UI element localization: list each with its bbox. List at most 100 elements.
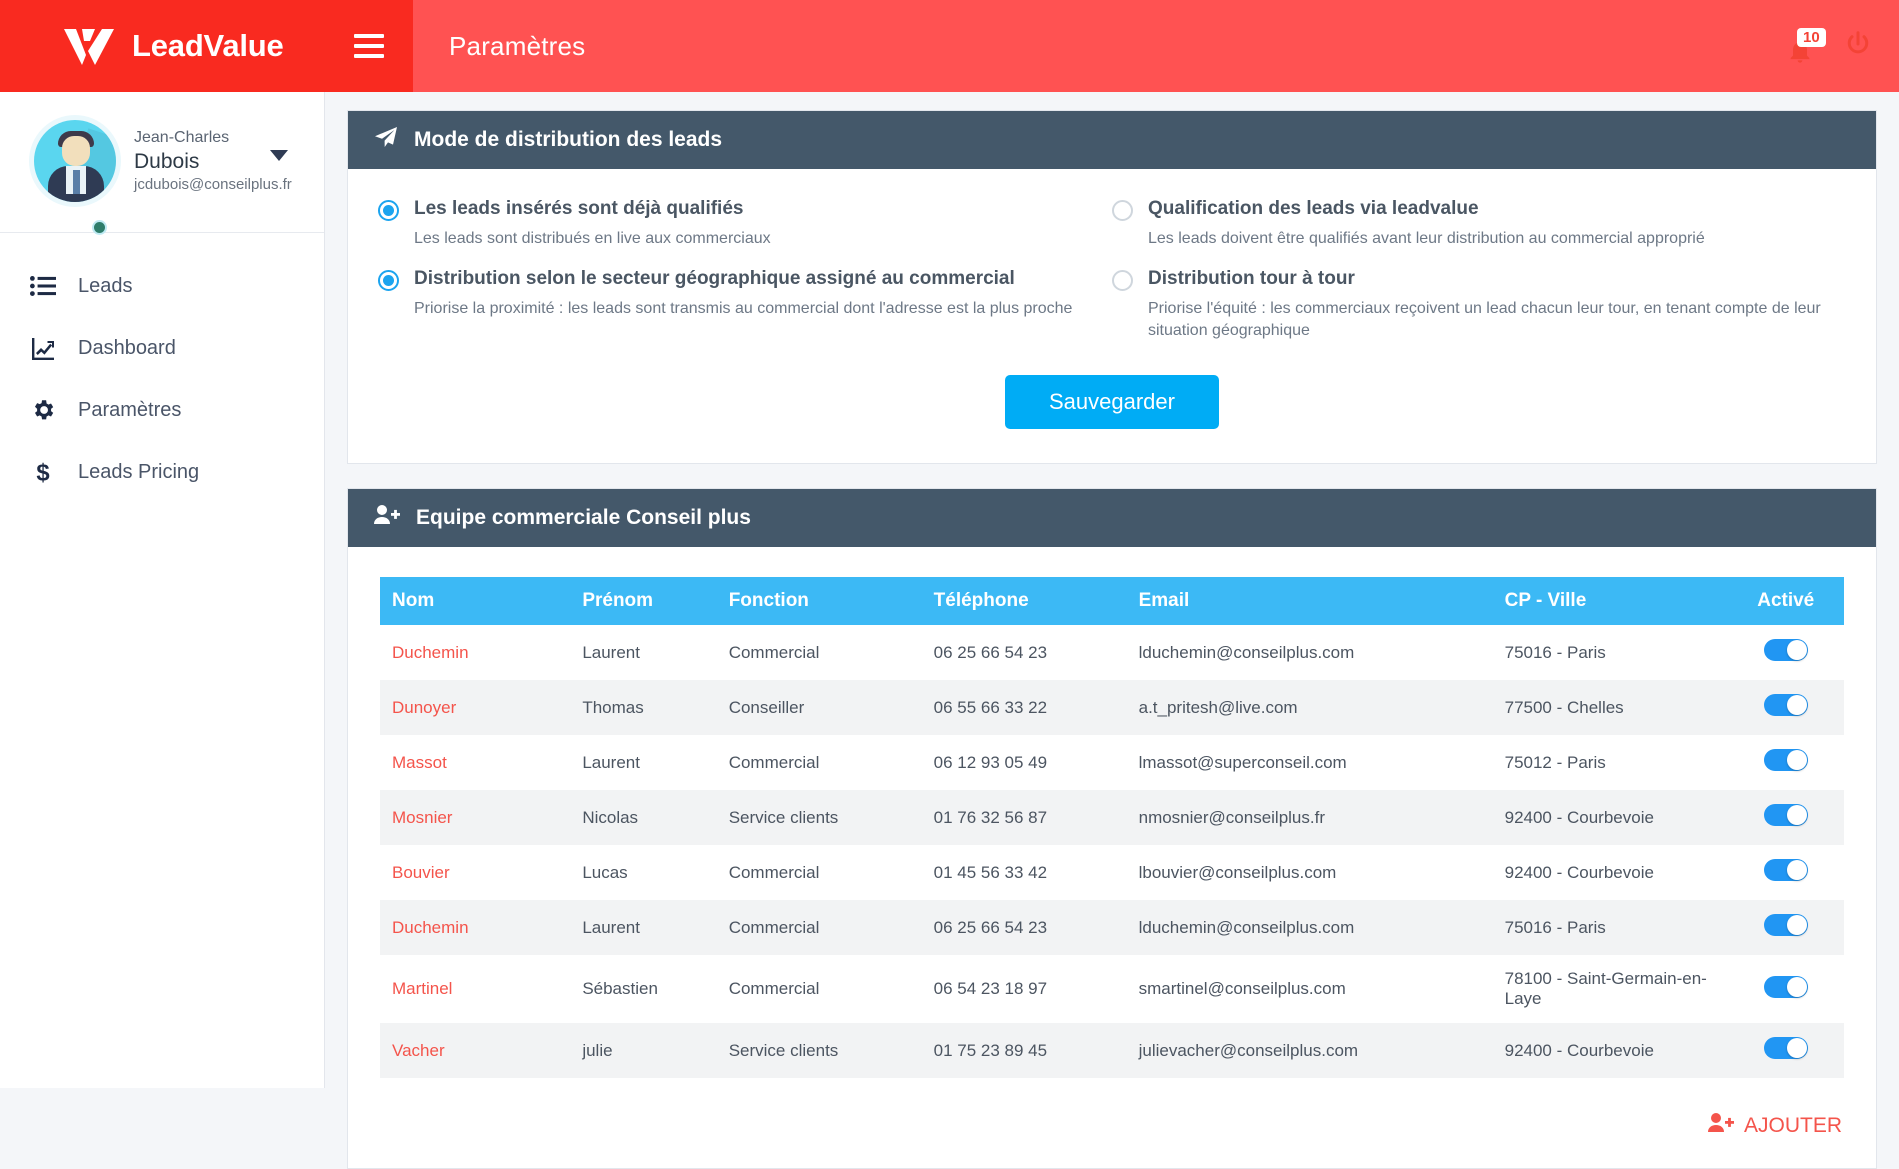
team-card: Equipe commerciale Conseil plus Nom Prén… <box>347 488 1877 1169</box>
save-button[interactable]: Sauvegarder <box>1005 375 1219 430</box>
radio-option-geographic[interactable]: Distribution selon le secteur géographiq… <box>378 267 1112 341</box>
cell-fonction: Commercial <box>728 917 820 937</box>
page-title: Paramètres <box>449 30 586 61</box>
cell-email: nmosnier@conseilplus.fr <box>1138 807 1325 827</box>
notifications-button[interactable]: 10 <box>1783 26 1826 66</box>
add-button-container: AJOUTER <box>348 1078 1876 1168</box>
radio-option-leadvalue-qualification[interactable]: Qualification des leads via leadvalue Le… <box>1112 197 1846 249</box>
cell-prenom: Laurent <box>582 642 640 662</box>
cell-prenom: Thomas <box>582 697 644 717</box>
team-table: Nom Prénom Fonction Téléphone Email CP -… <box>380 577 1844 1079</box>
radio-icon[interactable] <box>1112 200 1133 221</box>
table-row[interactable]: Vacher julie Service clients 01 75 23 89… <box>380 1023 1844 1079</box>
radio-option-round-robin[interactable]: Distribution tour à tour Priorise l'équi… <box>1112 267 1846 341</box>
dollar-icon: $ <box>20 459 66 485</box>
active-toggle[interactable] <box>1763 975 1808 998</box>
add-user-button[interactable]: AJOUTER <box>1707 1112 1842 1140</box>
list-icon <box>20 275 66 297</box>
column-header-telephone[interactable]: Téléphone <box>921 577 1127 626</box>
cell-telephone: 01 45 56 33 42 <box>933 862 1048 882</box>
paper-plane-icon <box>374 126 398 154</box>
table-row[interactable]: Bouvier Lucas Commercial 01 45 56 33 42 … <box>380 845 1844 900</box>
cell-telephone: 06 25 66 54 23 <box>933 917 1048 937</box>
avatar <box>34 120 116 202</box>
cell-active <box>1741 900 1844 955</box>
table-row[interactable]: Mosnier Nicolas Service clients 01 76 32… <box>380 790 1844 846</box>
table-row[interactable]: Massot Laurent Commercial 06 12 93 05 49… <box>380 735 1844 790</box>
radio-icon[interactable] <box>378 200 399 221</box>
cell-nom[interactable]: Duchemin <box>380 625 570 680</box>
cell-email: smartinel@conseilplus.com <box>1138 979 1346 999</box>
column-header-nom[interactable]: Nom <box>380 577 571 626</box>
column-header-email[interactable]: Email <box>1126 577 1493 626</box>
brand-name: LeadValue <box>132 28 284 63</box>
cell-ville: 92400 - Courbevoie <box>1504 1040 1654 1060</box>
radio-option-title: Les leads insérés sont déjà qualifiés <box>414 198 744 219</box>
save-button-container: Sauvegarder <box>348 359 1876 463</box>
user-last-name: Dubois <box>134 149 200 173</box>
cell-prenom: Laurent <box>582 752 640 772</box>
cell-prenom: Laurent <box>582 917 640 937</box>
distribution-card: Mode de distribution des leads Les leads… <box>347 110 1877 465</box>
radio-option-qualified[interactable]: Les leads insérés sont déjà qualifiés Le… <box>378 197 1112 249</box>
cell-prenom: julie <box>582 1040 613 1060</box>
table-body: Duchemin Laurent Commercial 06 25 66 54 … <box>380 625 1844 1079</box>
cell-nom[interactable]: Bouvier <box>380 845 570 900</box>
gear-icon <box>20 397 66 423</box>
cell-nom[interactable]: Vacher <box>380 1023 570 1078</box>
sidebar-item-label: Leads <box>78 274 133 297</box>
cell-nom[interactable]: Martinel <box>380 955 570 1023</box>
cell-nom[interactable]: Massot <box>380 735 570 790</box>
user-first-name: Jean-Charles <box>134 128 230 146</box>
active-toggle[interactable] <box>1763 914 1808 937</box>
cell-fonction: Service clients <box>728 807 839 827</box>
radio-icon[interactable] <box>378 270 399 292</box>
hamburger-icon <box>354 34 384 58</box>
cell-fonction: Conseiller <box>728 697 805 717</box>
cell-nom[interactable]: Duchemin <box>380 900 570 955</box>
user-profile[interactable]: Jean-Charles Dubois jcdubois@conseilplus… <box>0 92 324 235</box>
active-toggle[interactable] <box>1763 639 1808 662</box>
user-meta: Jean-Charles Dubois jcdubois@conseilplus… <box>134 128 292 195</box>
column-header-fonction[interactable]: Fonction <box>716 577 922 626</box>
user-plus-icon <box>374 504 400 532</box>
logout-button[interactable] <box>1843 29 1873 64</box>
sidebar-item-parametres[interactable]: Paramètres <box>0 379 324 441</box>
cell-email: julievacher@conseilplus.com <box>1138 1040 1359 1060</box>
column-header-prenom[interactable]: Prénom <box>570 577 717 626</box>
cell-active <box>1741 735 1844 790</box>
active-toggle[interactable] <box>1763 694 1808 717</box>
sidebar-item-dashboard[interactable]: Dashboard <box>0 317 324 379</box>
sidebar-item-leads-pricing[interactable]: $ Leads Pricing <box>0 441 324 503</box>
cell-fonction: Commercial <box>728 862 820 882</box>
active-toggle[interactable] <box>1763 749 1808 772</box>
cell-ville: 92400 - Courbevoie <box>1504 862 1654 882</box>
table-header-row: Nom Prénom Fonction Téléphone Email CP -… <box>380 577 1844 626</box>
radio-option-subtitle: Les leads sont distribués en live aux co… <box>414 229 771 247</box>
sidebar-item-label: Dashboard <box>78 336 176 359</box>
table-row[interactable]: Martinel Sébastien Commercial 06 54 23 1… <box>380 955 1844 1023</box>
active-toggle[interactable] <box>1763 859 1808 882</box>
top-bar-actions: 10 <box>1783 0 1873 92</box>
cell-telephone: 06 12 93 05 49 <box>933 752 1048 772</box>
caret-down-icon[interactable] <box>270 150 288 161</box>
active-toggle[interactable] <box>1763 804 1808 827</box>
menu-toggle-button[interactable] <box>325 0 413 92</box>
leadvalue-v-logo <box>62 25 116 67</box>
table-row[interactable]: Dunoyer Thomas Conseiller 06 55 66 33 22… <box>380 680 1844 736</box>
brand-logo[interactable]: LeadValue <box>0 0 325 92</box>
cell-nom[interactable]: Dunoyer <box>380 680 570 735</box>
column-header-active[interactable]: Activé <box>1741 577 1844 626</box>
top-bar-main: Paramètres 10 <box>413 0 1899 92</box>
table-row[interactable]: Duchemin Laurent Commercial 06 25 66 54 … <box>380 900 1844 956</box>
cell-nom[interactable]: Mosnier <box>380 790 570 845</box>
radio-icon[interactable] <box>1112 270 1133 292</box>
table-row[interactable]: Duchemin Laurent Commercial 06 25 66 54 … <box>380 625 1844 680</box>
cell-email: lbouvier@conseilplus.com <box>1138 862 1337 882</box>
column-header-cp-ville[interactable]: CP - Ville <box>1492 577 1742 626</box>
cell-telephone: 01 75 23 89 45 <box>933 1040 1048 1060</box>
cell-ville: 75016 - Paris <box>1504 642 1606 662</box>
main-content: Mode de distribution des leads Les leads… <box>325 92 1899 1169</box>
sidebar-item-leads[interactable]: Leads <box>0 255 324 317</box>
active-toggle[interactable] <box>1763 1037 1808 1060</box>
